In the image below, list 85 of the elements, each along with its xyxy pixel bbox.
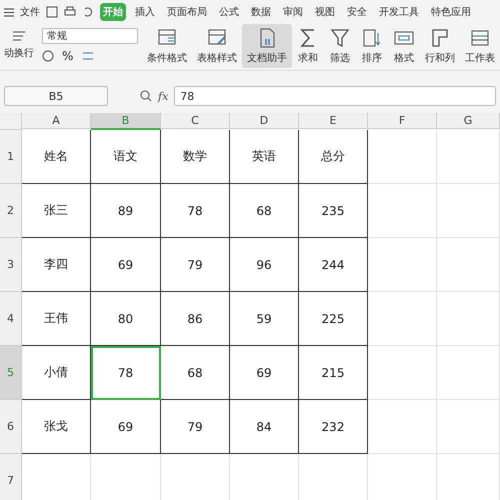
menu-tab[interactable]: 特色应用 [428,3,474,21]
undo-icon[interactable] [82,6,94,18]
function-label[interactable]: fx [158,90,168,102]
column-header[interactable]: G [437,113,500,129]
zoom-icon[interactable] [140,90,152,102]
empty-cell [437,400,500,454]
table-cell: 小倩 [22,346,91,400]
table-cell: 84 [230,400,299,454]
table-cell: 59 [230,292,299,346]
menu-tab[interactable]: 审阅 [280,3,306,21]
printer-icon[interactable] [64,6,76,18]
empty-cell [368,292,437,346]
table-cell: 79 [161,238,230,292]
ribbon-button[interactable]: 工作表 [460,24,500,68]
menu-tab[interactable]: 插入 [132,3,158,21]
column-header[interactable]: E [299,113,368,129]
name-box[interactable]: B5 [4,86,108,106]
table-cell: 232 [299,400,368,454]
table-cell: 数学 [161,130,230,184]
row-header[interactable]: 1 [0,130,22,184]
table-cell: 86 [161,292,230,346]
empty-cell [437,238,500,292]
filter-icon [329,27,351,49]
number-format-dropdown[interactable]: 常规 [42,28,138,44]
table-cell: 235 [299,184,368,238]
ribbon-button[interactable]: 排序 [356,24,388,68]
column-header[interactable]: F [368,113,437,129]
row-header[interactable]: 2 [0,184,22,238]
menu-icon[interactable] [4,8,14,16]
row-header[interactable]: 6 [0,400,22,454]
table-cell: 96 [230,238,299,292]
empty-cell [437,184,500,238]
menu-tab[interactable]: 安全 [344,3,370,21]
table-cell: 215 [299,346,368,400]
row-header[interactable]: 3 [0,238,22,292]
file-menu[interactable]: 文件 [20,5,40,19]
table-cell: 李四 [22,238,91,292]
table-cell: 89 [91,184,161,238]
table-cell: 79 [161,400,230,454]
table-cell: 英语 [230,130,299,184]
menu-tab[interactable]: 视图 [312,3,338,21]
column-header[interactable]: A [22,113,91,129]
ribbon-button[interactable]: 表格样式 [192,24,242,68]
empty-cell [437,292,500,346]
table-cell: 张戈 [22,400,91,454]
table-cell: 69 [91,400,161,454]
table-cell: 姓名 [22,130,91,184]
empty-cell [437,346,500,400]
row-header[interactable]: 7 [0,454,22,500]
table-cell: 80 [91,292,161,346]
table-cell: 语文 [91,130,161,184]
percent-button[interactable]: % [62,49,74,63]
column-header[interactable]: C [161,113,230,129]
table-cell: 张三 [22,184,91,238]
table-cell: 78 [161,184,230,238]
empty-cell [368,130,437,184]
empty-cell [368,238,437,292]
empty-cell [368,400,437,454]
ribbon-button[interactable]: 文档助手 [242,24,292,68]
table-cell: 69 [230,346,299,400]
table-cell: 244 [299,238,368,292]
table-cell: 225 [299,292,368,346]
empty-cell [368,184,437,238]
menu-tab[interactable]: 数据 [248,3,274,21]
row-header[interactable]: 4 [0,292,22,346]
wrap-text-button[interactable]: 动换行 [4,46,34,60]
menu-tab[interactable]: 开发工具 [376,3,422,21]
table-cell: 69 [91,238,161,292]
ribbon-button[interactable]: 行和列 [420,24,460,68]
ribbon-button[interactable]: 求和 [292,24,324,68]
empty-cell [368,346,437,400]
empty-cell [437,130,500,184]
ribbon-button[interactable]: 筛选 [324,24,356,68]
sort-icon [361,27,383,49]
menu-tab[interactable]: 页面布局 [164,3,210,21]
formula-field[interactable]: 78 [174,86,496,106]
table-cell: 78 [91,346,161,400]
table-cell: 68 [230,184,299,238]
table-cell: 王伟 [22,292,91,346]
ribbon-button[interactable]: 条件格式 [142,24,192,68]
table-cell: 68 [161,346,230,400]
table-cell: 总分 [299,130,368,184]
ribbon-button[interactable]: 格式 [388,24,420,68]
column-header[interactable]: D [230,113,299,129]
menu-tab[interactable]: 公式 [216,3,242,21]
